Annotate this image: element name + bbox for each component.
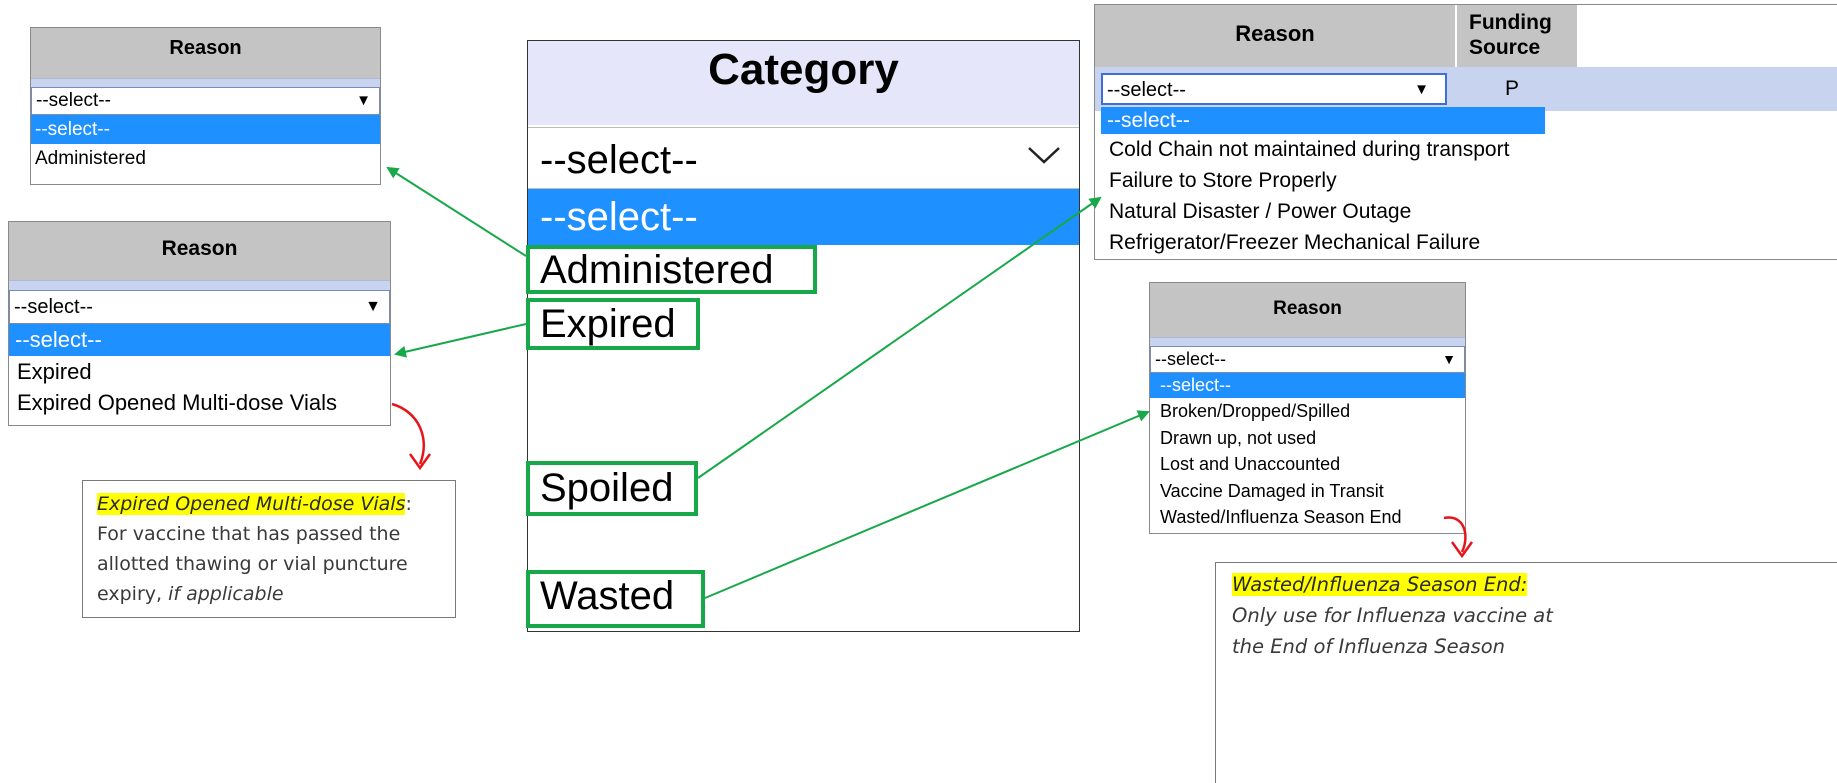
arrow-expired: [394, 323, 527, 358]
arrow-spoiled: [697, 196, 1102, 479]
arrow-wasted: [704, 410, 1150, 599]
arrow-administered: [386, 166, 527, 257]
connector-arrows: [386, 166, 1474, 599]
red-arrow-expired: [391, 402, 425, 465]
